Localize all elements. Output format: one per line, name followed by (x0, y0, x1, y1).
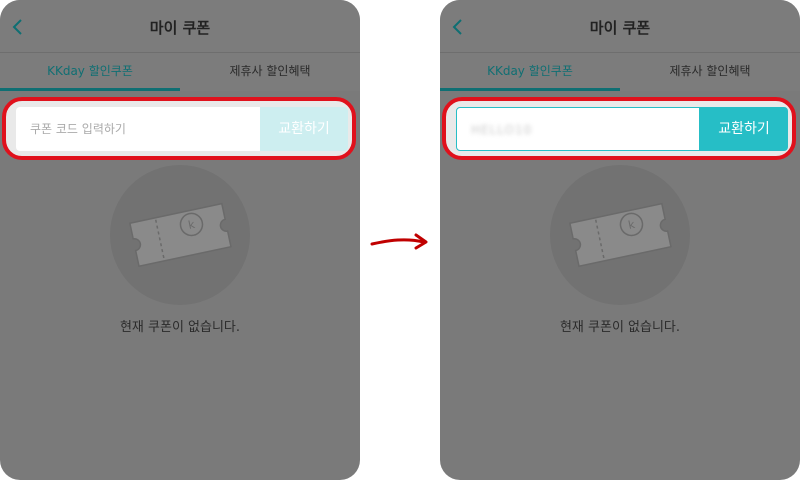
tab-partner-benefits[interactable]: 제휴사 할인혜택 (180, 53, 360, 91)
phone-screen-before: 마이 쿠폰 KKday 할인쿠폰 제휴사 할인혜택 쿠폰 코드 입력하기 교환하… (0, 0, 360, 480)
highlight-box: 쿠폰 코드 입력하기 교환하기 (2, 97, 356, 160)
redeem-button[interactable]: 교환하기 (700, 107, 788, 151)
tab-kkday-coupons[interactable]: KKday 할인쿠폰 (440, 53, 620, 91)
redeem-button[interactable]: 교환하기 (260, 107, 348, 151)
coupon-input-group: 쿠폰 코드 입력하기 교환하기 (16, 107, 348, 151)
empty-state-message: 현재 쿠폰이 없습니다. (119, 320, 241, 335)
coupon-input-group: HELLO10 교환하기 (456, 107, 788, 151)
tab-bar: KKday 할인쿠폰 제휴사 할인혜택 (0, 53, 360, 91)
empty-state-message: 현재 쿠폰이 없습니다. (559, 320, 681, 335)
tab-bar: KKday 할인쿠폰 제휴사 할인혜택 (440, 53, 800, 91)
coupon-ticket-icon: k (568, 202, 672, 268)
app-header: 마이 쿠폰 (0, 0, 360, 53)
transition-arrow-icon (370, 233, 428, 250)
coupon-code-input[interactable]: HELLO10 (456, 107, 700, 151)
coupon-ticket-icon: k (128, 202, 232, 268)
tab-partner-benefits[interactable]: 제휴사 할인혜택 (620, 53, 800, 91)
highlight-box: HELLO10 교환하기 (442, 97, 796, 160)
app-header: 마이 쿠폰 (440, 0, 800, 53)
phone-screen-after: 마이 쿠폰 KKday 할인쿠폰 제휴사 할인혜택 HELLO10 교환하기 k… (440, 0, 800, 480)
page-title: 마이 쿠폰 (589, 19, 651, 37)
coupon-code-value: HELLO10 (471, 123, 533, 137)
tab-kkday-coupons[interactable]: KKday 할인쿠폰 (0, 53, 180, 91)
page-title: 마이 쿠폰 (149, 19, 211, 37)
coupon-code-input[interactable]: 쿠폰 코드 입력하기 (16, 107, 260, 151)
